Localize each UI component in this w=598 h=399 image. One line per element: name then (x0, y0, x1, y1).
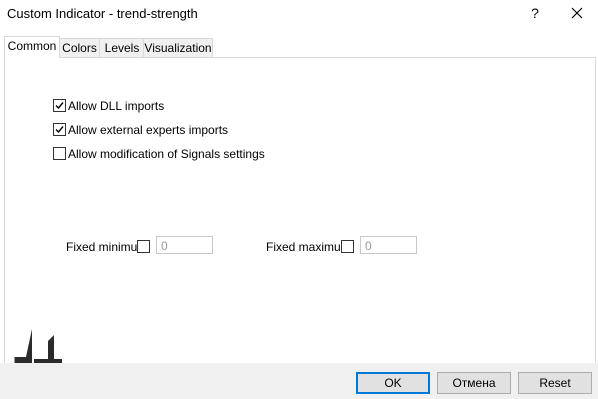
tab-colors[interactable]: Colors (58, 38, 101, 57)
allow-signals-checkbox[interactable] (53, 147, 66, 160)
close-icon (571, 7, 583, 19)
fixed-maximum-input[interactable]: 0 (360, 236, 417, 254)
fixed-maximum-label: Fixed maximum (266, 240, 351, 254)
tab-common[interactable]: Common (4, 36, 60, 58)
close-button[interactable] (562, 2, 592, 24)
fixed-minimum-checkbox[interactable] (137, 240, 150, 253)
reset-button[interactable]: Reset (518, 372, 592, 394)
window-title: Custom Indicator - trend-strength (7, 6, 198, 21)
fixed-maximum-checkbox[interactable] (341, 240, 354, 253)
allow-external-label: Allow external experts imports (68, 123, 229, 137)
help-button[interactable]: ? (522, 2, 548, 24)
checkmark-icon (55, 102, 64, 110)
allow-dll-checkbox[interactable] (53, 99, 66, 112)
tab-visualization[interactable]: Visualization (143, 38, 213, 57)
title-bar: Custom Indicator - trend-strength ? (0, 0, 598, 28)
tab-levels[interactable]: Levels (99, 38, 145, 57)
fixed-minimum-label: Fixed minimum (66, 240, 148, 254)
ok-button[interactable]: OK (356, 372, 430, 394)
allow-external-checkbox[interactable] (53, 123, 66, 136)
cancel-button[interactable]: Отмена (437, 372, 511, 394)
checkmark-icon (55, 126, 64, 134)
allow-signals-label: Allow modification of Signals settings (68, 147, 265, 161)
allow-dll-label: Allow DLL imports (68, 99, 165, 113)
fixed-minimum-input[interactable]: 0 (156, 236, 213, 254)
